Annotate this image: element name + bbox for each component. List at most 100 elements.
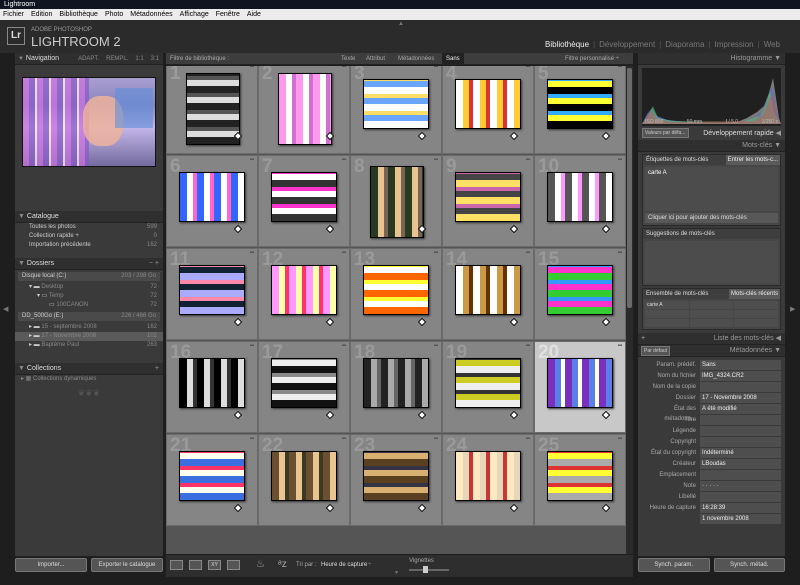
- module-developpement[interactable]: Développement: [595, 40, 659, 49]
- import-button[interactable]: Importer...: [15, 558, 87, 572]
- photo-thumbnail[interactable]: [455, 265, 521, 315]
- histogram-header[interactable]: Histogramme ▼: [638, 53, 785, 65]
- cell-options-icon[interactable]: ▪▪: [434, 157, 438, 163]
- zoom-3-1[interactable]: 3:1: [151, 56, 159, 62]
- menu-fenetre[interactable]: Fenêtre: [216, 9, 240, 20]
- metadata-value[interactable]: [700, 437, 781, 447]
- cell-options-icon[interactable]: ▪▪: [526, 66, 530, 70]
- left-panel-toggle-icon[interactable]: ◀: [3, 305, 8, 313]
- grid-cell[interactable]: 11 ▪▪: [166, 248, 258, 340]
- cell-options-icon[interactable]: ▪▪: [342, 66, 346, 70]
- keyword-list-header[interactable]: + Liste des mots-clés ◀: [638, 333, 785, 345]
- cell-options-icon[interactable]: ▪▪: [342, 157, 346, 163]
- cell-options-icon[interactable]: ▪▪: [250, 250, 254, 256]
- cell-options-icon[interactable]: ▪▪: [250, 157, 254, 163]
- keyword-set-cell[interactable]: [689, 301, 734, 309]
- zoom-fill[interactable]: REMPL.: [106, 56, 128, 62]
- menu-photo[interactable]: Photo: [105, 9, 123, 20]
- export-catalog-button[interactable]: Exporter le catalogue: [91, 558, 163, 572]
- metadata-value[interactable]: Indéterminé: [700, 448, 781, 458]
- cell-options-icon[interactable]: ▪▪: [618, 250, 622, 256]
- menu-metadonnees[interactable]: Métadonnées: [130, 9, 172, 20]
- photo-thumbnail[interactable]: [547, 451, 613, 501]
- menu-bibliotheque[interactable]: Bibliothèque: [59, 9, 98, 20]
- sort-select-arrow-icon[interactable]: ÷: [368, 562, 371, 568]
- photo-thumbnail[interactable]: [455, 79, 521, 129]
- metadata-value[interactable]: [700, 382, 781, 392]
- cell-options-icon[interactable]: ▪▪: [434, 436, 438, 442]
- metadata-value[interactable]: 1 novembre 2008: [700, 514, 781, 524]
- photo-thumbnail[interactable]: [455, 172, 521, 222]
- photo-thumbnail[interactable]: [179, 172, 245, 222]
- grid-cell[interactable]: 6 ▪▪: [166, 155, 258, 247]
- photo-thumbnail[interactable]: [179, 265, 245, 315]
- grid-cell[interactable]: 25 ▪▪: [534, 434, 626, 526]
- photo-thumbnail[interactable]: [547, 79, 613, 129]
- add-keywords-field[interactable]: Cliquer ici pour ajouter des mots-clés: [645, 213, 778, 223]
- filter-none[interactable]: Sans: [442, 53, 464, 65]
- photo-thumbnail[interactable]: [271, 358, 337, 408]
- metadata-value[interactable]: 16:28:39: [700, 503, 781, 513]
- bottom-panel-toggle-icon[interactable]: ▼: [394, 570, 399, 576]
- navigator-preview[interactable]: [22, 77, 156, 167]
- grid-cell[interactable]: 1 ▪▪: [166, 66, 258, 154]
- photo-thumbnail[interactable]: [455, 358, 521, 408]
- navigator-header[interactable]: ▼ Navigation ADAPT. REMPL. 1:1 3:1: [15, 53, 163, 65]
- slider-handle[interactable]: [423, 566, 428, 573]
- cell-options-icon[interactable]: ▪▪: [618, 66, 622, 70]
- folder-septembre[interactable]: ▸ ▬ 15 - septembre 2008 162: [15, 323, 163, 332]
- cell-options-icon[interactable]: ▪▪: [526, 250, 530, 256]
- photo-thumbnail[interactable]: [547, 358, 613, 408]
- grid-cell[interactable]: 18 ▪▪: [350, 341, 442, 433]
- metadata-value[interactable]: [700, 415, 781, 425]
- cell-options-icon[interactable]: ▪▪: [434, 343, 438, 349]
- grid-cell[interactable]: 8 ▪▪: [350, 155, 442, 247]
- grid-cell[interactable]: 4 ▪▪: [442, 66, 534, 154]
- sync-settings-button[interactable]: Synch. param.: [638, 558, 710, 572]
- photo-thumbnail[interactable]: [547, 265, 613, 315]
- menu-aide[interactable]: Aide: [247, 9, 261, 20]
- catalog-item-quick-collection[interactable]: Collection rapide + 0: [15, 232, 163, 241]
- right-panel-toggle-icon[interactable]: ▶: [790, 305, 795, 313]
- grid-cell[interactable]: 14 ▪▪: [442, 248, 534, 340]
- grid-cell[interactable]: 17 ▪▪: [258, 341, 350, 433]
- menu-affichage[interactable]: Affichage: [180, 9, 209, 20]
- loupe-view-icon[interactable]: [189, 560, 202, 570]
- grid-cell[interactable]: 7 ▪▪: [258, 155, 350, 247]
- module-bibliotheque[interactable]: Bibliothèque: [541, 40, 593, 49]
- quick-develop-preset[interactable]: Valeurs par défa...: [642, 128, 689, 138]
- plus-icon[interactable]: +: [641, 335, 645, 342]
- photo-thumbnail[interactable]: [271, 172, 337, 222]
- module-diaporama[interactable]: Diaporama: [661, 40, 708, 49]
- menu-edition[interactable]: Edition: [31, 9, 52, 20]
- folder-temp[interactable]: ▾ ▭ Temp 72: [15, 292, 163, 301]
- photo-thumbnail[interactable]: [179, 358, 245, 408]
- photo-thumbnail[interactable]: [179, 451, 245, 501]
- keyword-set-cell[interactable]: [689, 319, 734, 327]
- grid-cell[interactable]: 5 ▪▪: [534, 66, 626, 154]
- thumbnail-size-slider[interactable]: [409, 566, 449, 573]
- folder-novembre[interactable]: ▸ ▬ 17 - Novembre 2008 102: [15, 332, 163, 341]
- grid-cell[interactable]: 22 ▪▪: [258, 434, 350, 526]
- scrollbar-thumb[interactable]: [627, 68, 632, 308]
- cell-options-icon[interactable]: ▪▪: [618, 157, 622, 163]
- cell-options-icon[interactable]: ▪▪: [250, 436, 254, 442]
- top-panel-toggle-icon[interactable]: ▲: [398, 21, 404, 27]
- filter-preset-select[interactable]: Filtre personnalisé ÷: [565, 53, 619, 65]
- cell-options-icon[interactable]: ▪▪: [526, 343, 530, 349]
- metadata-preset-select[interactable]: Sans: [700, 360, 781, 370]
- cell-options-icon[interactable]: ▪▪: [342, 436, 346, 442]
- filter-attribute[interactable]: Attribut: [366, 53, 385, 65]
- folder-desktop[interactable]: ▾ ▬ Desktop 72: [15, 283, 163, 292]
- metadata-value[interactable]: · · · · ·: [700, 481, 781, 491]
- photo-thumbnail[interactable]: [370, 166, 424, 238]
- zoom-adapt[interactable]: ADAPT.: [78, 56, 99, 62]
- keywords-header[interactable]: Mots-clés ▼: [638, 140, 785, 152]
- cell-options-icon[interactable]: ▪▪: [250, 66, 254, 70]
- keyword-set-cell[interactable]: [645, 310, 689, 318]
- grid-view-icon[interactable]: [170, 560, 183, 570]
- collection-smart[interactable]: ▸ ▦ Collections dynamiques: [15, 375, 163, 384]
- cell-options-icon[interactable]: ▪▪: [618, 343, 622, 349]
- sort-direction-icon[interactable]: ᵃz: [278, 559, 287, 570]
- photo-thumbnail[interactable]: [363, 79, 429, 129]
